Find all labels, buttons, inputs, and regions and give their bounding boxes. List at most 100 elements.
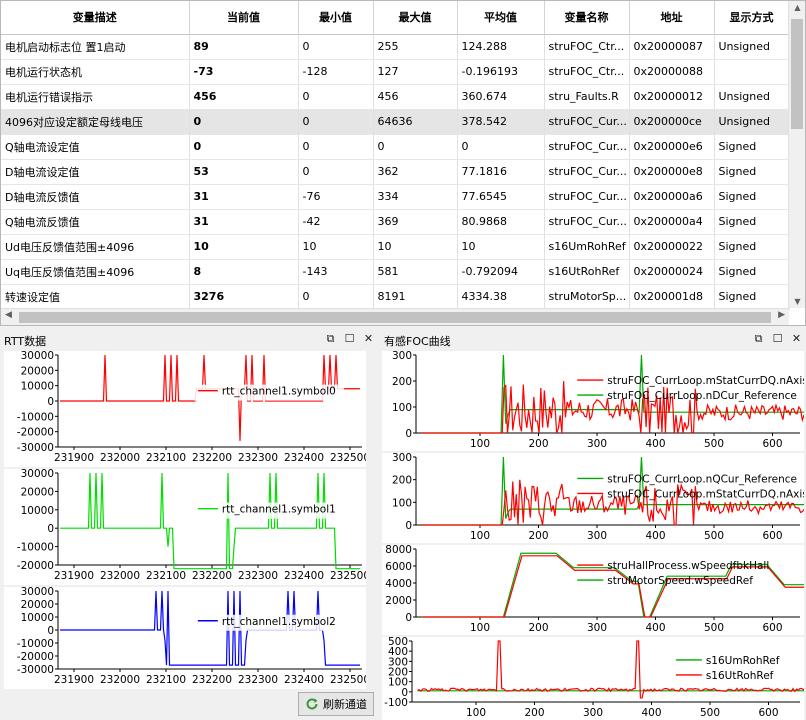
table-row[interactable]: 电机运行状态机 -73 -128 127 -0.196193 struFOC_Ctr...…	[1, 59, 790, 85]
close-icon[interactable]: ✕	[791, 332, 802, 346]
x-tick-label: 200	[528, 438, 548, 450]
x-tick-label: 232500	[330, 674, 366, 686]
foc-chart-voltage[interactable]: 500 400 300 200 100 0 -100 100 200 300 400 500 600 s1…	[382, 637, 804, 720]
table-cell: Signed	[714, 284, 790, 310]
table-cell: 0x200000ce	[629, 109, 715, 135]
x-tick-label: 232300	[238, 674, 278, 686]
table-cell: 转速设定值	[1, 284, 190, 310]
table-cell: -0.196193	[457, 59, 545, 85]
table-cell: 378.542	[457, 109, 545, 135]
maximize-icon[interactable]: ☐	[772, 332, 783, 346]
x-tick-label: 231900	[54, 570, 94, 582]
column-header[interactable]: 当前值	[189, 1, 299, 35]
table-cell: 77.6545	[457, 184, 545, 210]
x-tick-label: 200	[528, 530, 548, 542]
maximize-icon[interactable]: ☐	[344, 332, 355, 346]
scroll-thumb[interactable]	[791, 19, 803, 129]
table-cell: 电机运行状态机	[1, 59, 190, 85]
x-tick-label: 232200	[192, 674, 232, 686]
table-cell: struFOC_Ctr...	[544, 34, 630, 60]
scroll-left-icon[interactable]: ◀	[5, 310, 12, 320]
vertical-scrollbar[interactable]: ▲ ▼	[788, 1, 805, 308]
x-tick-label: 300	[587, 622, 607, 634]
x-tick-label: 200	[524, 707, 544, 719]
table-row[interactable]: 电机运行错误指示 456 0 456 360.674 stru_Faults.R 0x200…	[1, 84, 790, 110]
table-row[interactable]: Uq电压反馈值范围±4096 8 -143 581 -0.792094 s16UtRohR…	[1, 259, 790, 285]
x-tick-label: 232500	[330, 452, 366, 464]
x-tick-label: 231900	[54, 674, 94, 686]
y-tick-label: 10000	[21, 381, 54, 393]
panel-window-buttons: ⧉ ☐ ✕	[753, 332, 802, 346]
table-cell: 0	[298, 134, 374, 160]
rtt-data-panel: RTT数据 ⧉ ☐ ✕ 30000 20000 10000 0 -10000 -20000…	[0, 329, 378, 690]
table-row[interactable]: D轴电流反馈值 31 -76 334 77.6545 struFOC_Cur... 0x20…	[1, 184, 790, 210]
float-icon[interactable]: ⧉	[325, 332, 336, 346]
horizontal-scrollbar[interactable]: ◀ ▶	[1, 308, 789, 325]
x-tick-label: 232400	[284, 674, 324, 686]
x-tick-label: 232100	[146, 570, 186, 582]
y-tick-label: 4000	[385, 578, 412, 590]
y-tick-label: -30000	[17, 442, 54, 454]
column-header[interactable]: 变量描述	[1, 1, 190, 35]
refresh-channels-button[interactable]: 刷新通道	[298, 692, 374, 716]
x-tick-label: 400	[641, 707, 661, 719]
table-cell: -128	[298, 59, 374, 85]
table-cell: 31	[189, 209, 299, 235]
table-row[interactable]: 转速设定值 3276 0 8191 4334.38 struMotorSp... 0x200…	[1, 284, 790, 310]
table-row[interactable]: Ud电压反馈值范围±4096 10 10 10 10 s16UmRohRef 0x20000…	[1, 234, 790, 260]
x-tick-label: 100	[470, 530, 490, 542]
table-cell: 10	[189, 234, 299, 260]
scroll-down-icon[interactable]: ▼	[789, 297, 805, 306]
scroll-right-icon[interactable]: ▶	[778, 310, 785, 320]
float-icon[interactable]: ⧉	[753, 332, 764, 346]
refresh-label: 刷新通道	[323, 698, 367, 711]
y-tick-label: 200	[392, 376, 412, 388]
table-cell: 0	[298, 34, 374, 60]
foc-chart-speed[interactable]: 8000 6000 4000 2000 0 100 200 300 400 500 600 struH…	[382, 545, 804, 635]
x-tick-label: 500	[704, 622, 724, 634]
legend-label: struFOC_CurrLoop.nQCur_Reference	[607, 473, 797, 485]
scroll-thumb-horizontal[interactable]	[19, 312, 771, 323]
column-header[interactable]: 显示方式	[714, 1, 790, 35]
y-tick-label: 20000	[21, 599, 54, 611]
rtt-chart-symbol1[interactable]: 30000 20000 10000 0 -10000 -20000 231900 232000…	[4, 469, 366, 585]
table-cell: struFOC_Cur...	[544, 209, 630, 235]
table-row[interactable]: Q轴电流设定值 0 0 0 0 struFOC_Cur... 0x200000e6 Signe…	[1, 134, 790, 160]
x-tick-label: 232400	[284, 570, 324, 582]
column-header[interactable]: 变量名称	[544, 1, 630, 35]
table-cell: 0	[457, 134, 545, 160]
table-row[interactable]: 4096对应设定额定母线电压 0 0 64636 378.542 struFOC_Cur.…	[1, 109, 790, 135]
table-cell: 0	[189, 109, 299, 135]
y-tick-label: 0	[47, 396, 54, 408]
table-cell: 360.674	[457, 84, 545, 110]
column-header[interactable]: 最小值	[298, 1, 374, 35]
column-header[interactable]: 地址	[629, 1, 715, 35]
table-cell: 80.9868	[457, 209, 545, 235]
close-icon[interactable]: ✕	[363, 332, 374, 346]
x-tick-label: 232000	[100, 674, 140, 686]
table-row[interactable]: 电机启动标志位 置1启动 89 0 255 124.288 struFOC_Ctr... 0…	[1, 34, 790, 60]
x-tick-label: 500	[700, 707, 720, 719]
foc-chart-qaxis[interactable]: 300 200 100 0 100 200 300 400 500 600 struFOC_Curr…	[382, 453, 804, 543]
foc-chart-daxis[interactable]: 300 200 100 0 100 200 300 400 500 600 struFOC_Curr…	[382, 351, 804, 451]
x-tick-label: 232100	[146, 674, 186, 686]
scroll-up-icon[interactable]: ▲	[789, 3, 805, 12]
x-tick-label: 600	[762, 438, 782, 450]
x-tick-label: 100	[466, 707, 486, 719]
column-header[interactable]: 平均值	[457, 1, 545, 35]
rtt-chart-symbol2[interactable]: 30000 20000 10000 0 -10000 -20000 -30000 231900…	[4, 587, 366, 689]
table-cell: 89	[189, 34, 299, 60]
rtt-chart-symbol0[interactable]: 30000 20000 10000 0 -10000 -20000 -30000 231900…	[4, 351, 366, 467]
column-header[interactable]: 最大值	[373, 1, 458, 35]
table-cell: 0	[298, 284, 374, 310]
table-cell: 77.1816	[457, 159, 545, 185]
x-tick-label: 200	[528, 622, 548, 634]
y-tick-label: 20000	[21, 486, 54, 498]
table-row[interactable]: D轴电流设定值 53 0 362 77.1816 struFOC_Cur... 0x2000…	[1, 159, 790, 185]
x-tick-label: 600	[758, 707, 778, 719]
x-tick-label: 500	[704, 438, 724, 450]
y-tick-label: 30000	[21, 587, 54, 598]
table-cell: 334	[373, 184, 458, 210]
table-row[interactable]: Q轴电流反馈值 31 -42 369 80.9868 struFOC_Cur... 0x20…	[1, 209, 790, 235]
x-tick-label: 600	[762, 530, 782, 542]
